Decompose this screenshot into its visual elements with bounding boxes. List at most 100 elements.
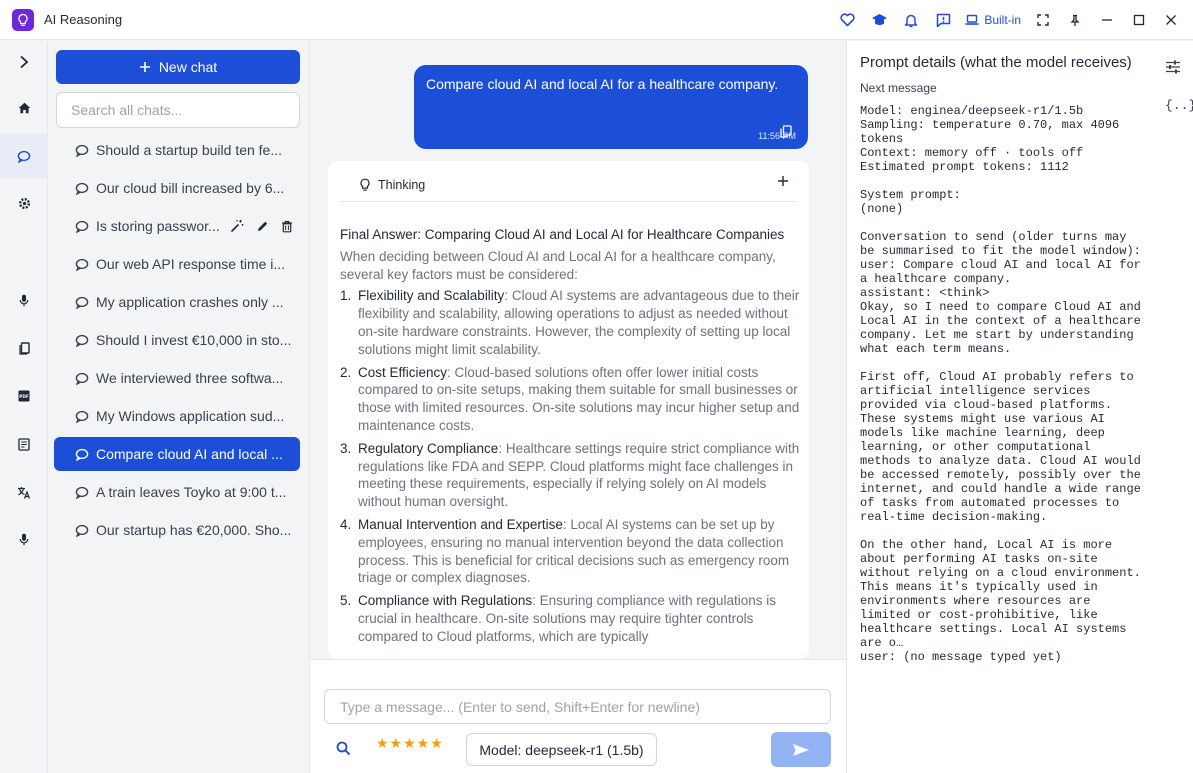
chat-list-item[interactable]: A train leaves Toyko at 9:00 t... bbox=[54, 475, 300, 509]
answer-point: 3. Regulatory Compliance: Healthcare sett… bbox=[340, 440, 800, 511]
assistant-answer-card: Thinking Final Answer: Comparing Cloud A… bbox=[328, 161, 809, 659]
json-braces-icon[interactable]: {..} bbox=[1165, 98, 1193, 113]
chat-bubble-icon bbox=[75, 258, 89, 271]
chat-title: Our startup has €20,000. Sho... bbox=[96, 522, 292, 538]
graduation-cap-icon[interactable] bbox=[863, 0, 895, 40]
point-number: 2. bbox=[340, 364, 352, 380]
point-number: 5. bbox=[340, 593, 352, 609]
send-icon bbox=[793, 743, 809, 756]
chat-title: Is storing passwor... bbox=[96, 218, 220, 234]
translate-icon[interactable] bbox=[0, 472, 48, 512]
sliders-icon[interactable] bbox=[1165, 59, 1181, 75]
chat-bubble-icon bbox=[75, 220, 89, 233]
answer-points: 1. Flexibility and Scalability: Cloud AI … bbox=[340, 287, 800, 645]
send-button[interactable] bbox=[771, 732, 831, 767]
chat-list-item[interactable]: Our cloud bill increased by 6... bbox=[54, 171, 300, 205]
chat-icon[interactable] bbox=[0, 134, 48, 178]
prompt-details-text: Model: enginea/deepseek-r1/1.5b Sampling… bbox=[860, 104, 1141, 664]
chat-bubble-icon bbox=[75, 486, 89, 499]
edit-icon[interactable] bbox=[256, 220, 269, 233]
fullscreen-icon[interactable] bbox=[1027, 0, 1059, 40]
app-logo-icon bbox=[12, 8, 34, 31]
user-message-bubble: Compare cloud AI and local AI for a heal… bbox=[414, 65, 808, 149]
search-chats-input[interactable]: Search all chats... bbox=[56, 92, 300, 128]
expand-sidebar-icon[interactable] bbox=[0, 42, 48, 82]
chat-list-item[interactable]: Is storing passwor... bbox=[54, 209, 300, 243]
point-title: Regulatory Compliance bbox=[358, 440, 499, 456]
point-title: Flexibility and Scalability bbox=[358, 288, 505, 304]
svg-text:PDF: PDF bbox=[19, 394, 29, 399]
chat-title: My Windows application sud... bbox=[96, 408, 285, 424]
answer-point: 5. Compliance with Regulations: Ensuring … bbox=[340, 592, 800, 645]
chat-list-item-active[interactable]: Compare cloud AI and local ... bbox=[54, 437, 300, 471]
point-title: Manual Intervention and Expertise bbox=[358, 516, 563, 532]
pdf-icon[interactable]: PDF bbox=[0, 376, 48, 416]
thinking-label: Thinking bbox=[378, 178, 426, 192]
answer-point: 2. Cost Efficiency: Cloud-based solutions… bbox=[340, 364, 800, 435]
chat-bubble-icon bbox=[75, 296, 89, 309]
chat-bubble-icon bbox=[75, 410, 89, 423]
chat-bubble-icon bbox=[75, 182, 89, 195]
chat-list-item[interactable]: We interviewed three softwa... bbox=[54, 361, 300, 395]
window-title: AI Reasoning bbox=[44, 12, 123, 27]
bell-icon[interactable] bbox=[895, 0, 927, 40]
point-number: 3. bbox=[340, 440, 352, 456]
answer-point: 1. Flexibility and Scalability: Cloud AI … bbox=[340, 287, 800, 358]
answer-body: Final Answer: Comparing Cloud AI and Loc… bbox=[340, 226, 800, 651]
notes-icon[interactable] bbox=[0, 424, 48, 464]
answer-intro: When deciding between Cloud AI and Local… bbox=[340, 248, 776, 282]
chat-bubble-icon bbox=[75, 144, 89, 157]
chat-bubble-icon bbox=[75, 372, 89, 385]
point-number: 1. bbox=[340, 288, 352, 304]
settings-icon[interactable] bbox=[0, 183, 48, 223]
new-chat-label: New chat bbox=[158, 59, 218, 75]
expand-plus-icon[interactable] bbox=[777, 175, 789, 187]
trash-icon[interactable] bbox=[281, 220, 293, 233]
maximize-icon[interactable] bbox=[1123, 0, 1155, 40]
point-number: 4. bbox=[340, 516, 352, 532]
microphone-icon[interactable] bbox=[0, 280, 48, 320]
chat-bubble-icon bbox=[75, 334, 89, 347]
panel-tools: {..} bbox=[1165, 59, 1193, 113]
chat-title: Should a startup build ten fe... bbox=[96, 142, 283, 158]
composer: Type a message... (Enter to send, Shift+… bbox=[310, 659, 846, 773]
chat-list-panel: New chat Search all chats... Should a st… bbox=[48, 41, 310, 773]
chat-bubble-icon bbox=[75, 448, 89, 461]
magic-wand-icon[interactable] bbox=[230, 219, 244, 233]
chat-list-item[interactable]: Our web API response time i... bbox=[54, 247, 300, 281]
pin-icon[interactable] bbox=[1059, 0, 1091, 40]
point-title: Cost Efficiency bbox=[358, 364, 448, 380]
builtin-toggle[interactable]: Built-in bbox=[965, 13, 1021, 27]
search-icon[interactable] bbox=[336, 741, 351, 761]
voice-icon[interactable] bbox=[0, 519, 48, 559]
chat-list-item[interactable]: My application crashes only ... bbox=[54, 285, 300, 319]
chat-title: Our web API response time i... bbox=[96, 256, 286, 272]
lightbulb-icon bbox=[360, 178, 370, 191]
rating-stars[interactable]: ★★★★★ bbox=[376, 735, 444, 752]
prompt-details-panel: Prompt details (what the model receives)… bbox=[846, 41, 1193, 773]
message-input[interactable]: Type a message... (Enter to send, Shift+… bbox=[324, 689, 831, 724]
document-copy-icon[interactable] bbox=[0, 328, 48, 368]
user-message-text: Compare cloud AI and local AI for a heal… bbox=[426, 76, 779, 92]
chat-title: Should I invest €10,000 in sto... bbox=[96, 332, 292, 348]
chat-list-item[interactable]: Our startup has €20,000. Sho... bbox=[54, 513, 300, 547]
chat-list-item[interactable]: My Windows application sud... bbox=[54, 399, 300, 433]
prompt-panel-title: Prompt details (what the model receives) bbox=[860, 54, 1132, 71]
answer-point: 4. Manual Intervention and Expertise: Loc… bbox=[340, 516, 800, 587]
message-timestamp: 11:56 PM bbox=[758, 131, 796, 141]
heart-icon[interactable] bbox=[831, 0, 863, 40]
prompt-panel-subtitle: Next message bbox=[860, 81, 937, 95]
model-selector[interactable]: Model: deepseek-r1 (1.5b) bbox=[466, 733, 657, 766]
chat-list-item[interactable]: Should a startup build ten fe... bbox=[54, 133, 300, 167]
close-icon[interactable] bbox=[1155, 0, 1187, 40]
point-title: Compliance with Regulations bbox=[358, 593, 533, 609]
home-icon[interactable] bbox=[0, 88, 48, 128]
answer-title: Final Answer: Comparing Cloud AI and Loc… bbox=[340, 227, 785, 242]
chat-title: Compare cloud AI and local ... bbox=[96, 446, 283, 462]
thinking-toggle[interactable]: Thinking bbox=[340, 169, 797, 202]
chat-list-item[interactable]: Should I invest €10,000 in sto... bbox=[54, 323, 300, 357]
new-chat-button[interactable]: New chat bbox=[56, 50, 300, 84]
feedback-icon[interactable] bbox=[927, 0, 959, 40]
minimize-icon[interactable] bbox=[1091, 0, 1123, 40]
builtin-label: Built-in bbox=[984, 13, 1021, 27]
